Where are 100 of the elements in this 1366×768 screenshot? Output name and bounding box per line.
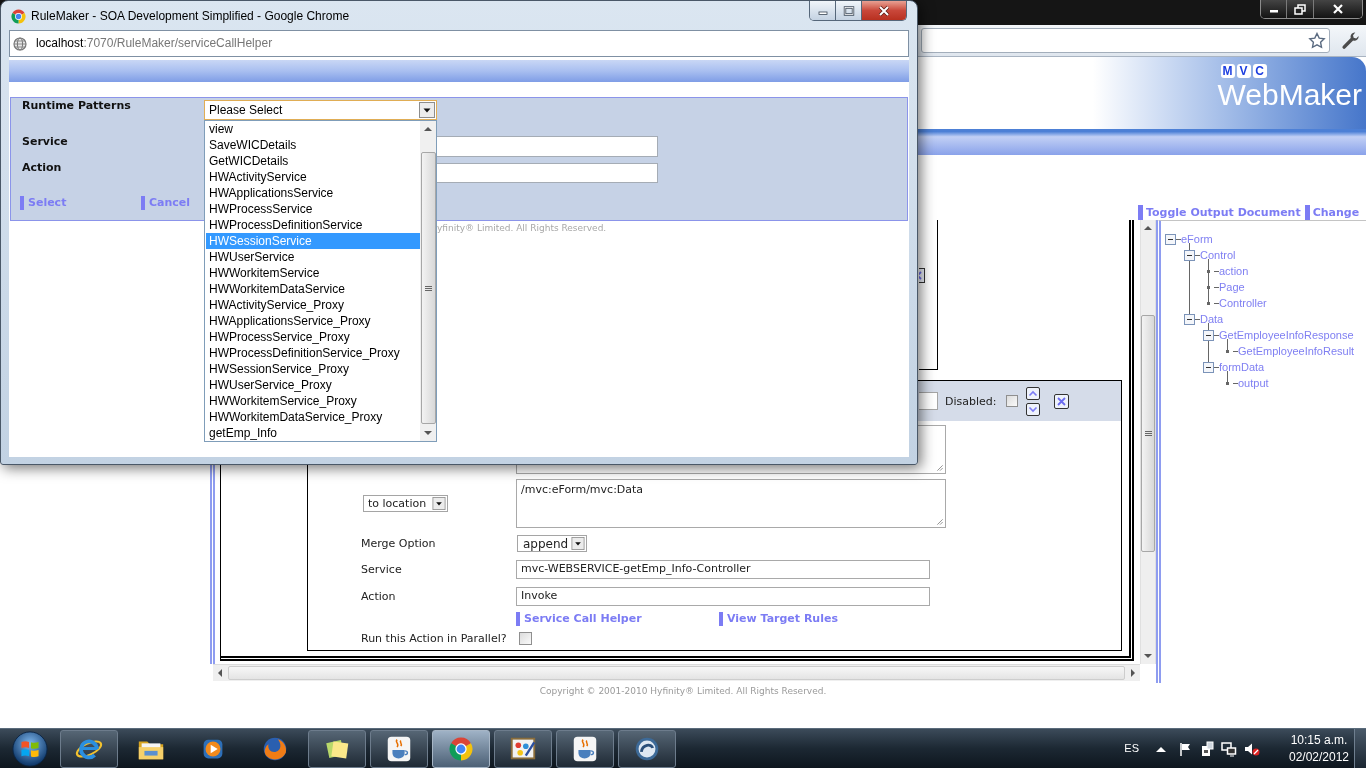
list-option[interactable]: HWProcessDefinitionService_Proxy: [206, 345, 420, 361]
star-icon[interactable]: [1308, 32, 1326, 49]
network-icon[interactable]: [1221, 740, 1237, 757]
list-option[interactable]: HWWorkitemDataService_Proxy: [206, 409, 420, 425]
field-label: Service: [22, 135, 68, 148]
field-label: Runtime Patterns: [22, 99, 131, 112]
collapse-icon[interactable]: [1203, 361, 1214, 373]
collapse-icon[interactable]: [1165, 233, 1176, 245]
close-button[interactable]: [1053, 393, 1069, 409]
resize-grip-icon: [936, 518, 944, 526]
taskbar-button[interactable]: [556, 729, 614, 768]
close-button[interactable]: [862, 1, 906, 20]
tree-item[interactable]: GetEmployeeInfoResult: [1238, 343, 1355, 359]
scrollbar-thumb[interactable]: [228, 666, 1125, 680]
taskbar-button[interactable]: [370, 729, 428, 768]
list-option[interactable]: HWApplicationsService: [206, 185, 420, 201]
close-icon: [877, 4, 891, 17]
collapse-icon[interactable]: [1203, 329, 1214, 341]
tree-item[interactable]: eForm: [1181, 231, 1213, 247]
maximize-icon: [842, 5, 855, 16]
field-label: Service: [361, 563, 402, 576]
checkbox[interactable]: [519, 632, 532, 645]
list-option[interactable]: HWProcessService_Proxy: [206, 329, 420, 345]
list-option[interactable]: getEmp_Info: [206, 425, 420, 441]
globe-icon: [13, 36, 27, 51]
dropdown[interactable]: to location: [363, 495, 448, 512]
scrollbar-thumb[interactable]: [1141, 315, 1155, 552]
field-label: Action: [361, 590, 396, 603]
tree-item[interactable]: action: [1219, 263, 1249, 279]
language-indicator[interactable]: ES: [1124, 742, 1139, 755]
flag-icon[interactable]: [1177, 740, 1193, 757]
scrollbar[interactable]: [213, 664, 1140, 681]
list-option[interactable]: GetWICDetails: [206, 153, 420, 169]
text-field[interactable]: [437, 163, 658, 183]
minimize-button[interactable]: [1261, 0, 1287, 18]
list-option[interactable]: HWProcessService: [206, 201, 420, 217]
scrollbar[interactable]: [1140, 220, 1156, 664]
dropdown[interactable]: Please Select: [204, 100, 437, 120]
address-field[interactable]: localhost:7070/RuleMaker/serviceCallHelper: [9, 30, 909, 57]
maximize-button[interactable]: [836, 1, 862, 20]
text-area[interactable]: /mvc:eForm/mvc:Data: [516, 479, 946, 528]
taskbar-button[interactable]: [494, 729, 552, 768]
collapse-icon[interactable]: [1184, 313, 1195, 325]
field-label: Action: [22, 161, 62, 174]
field-label: Disabled:: [945, 394, 997, 408]
list-option[interactable]: HWActivityService_Proxy: [206, 297, 420, 313]
copyright-text: Copyright © 2001-2010 Hyfinity® Limited. All Rights Reserved.: [539, 686, 827, 697]
text-field[interactable]: mvc-WEBSERVICE-getEmp_Info-Controller: [516, 560, 930, 579]
taskbar-button[interactable]: [308, 729, 366, 768]
list-option[interactable]: SaveWICDetails: [206, 137, 420, 153]
list-option[interactable]: HWUserService: [206, 249, 420, 265]
device-icon[interactable]: [1199, 740, 1215, 757]
clock-date[interactable]: 02/02/2012: [1288, 748, 1350, 766]
address-field[interactable]: [921, 28, 1330, 53]
restore-icon: [1294, 3, 1306, 15]
taskbar-button[interactable]: [618, 729, 676, 768]
show-desktop-button[interactable]: [1354, 728, 1366, 768]
taskbar-button[interactable]: [60, 729, 118, 768]
text-field[interactable]: [437, 136, 658, 157]
copyright-text: yfinity® Limited. All Rights Reserved.: [437, 223, 607, 234]
list-option[interactable]: HWActivityService: [206, 169, 420, 185]
tree-item[interactable]: Controller: [1219, 295, 1267, 311]
logo-text: WebMaker: [1217, 79, 1362, 111]
tree-item[interactable]: Page: [1219, 279, 1245, 295]
list-option[interactable]: HWUserService_Proxy: [206, 377, 420, 393]
text-field[interactable]: Invoke: [516, 587, 930, 606]
dropdown[interactable]: append: [517, 535, 587, 552]
logo-letter: M: [1220, 64, 1235, 78]
tree-item[interactable]: formData: [1219, 359, 1265, 375]
checkbox[interactable]: [1005, 395, 1018, 407]
clock-time[interactable]: 10:15 a.m.: [1290, 731, 1348, 749]
start-button[interactable]: [11, 729, 49, 768]
collapse-icon[interactable]: [1184, 249, 1195, 261]
wrench-icon[interactable]: [1341, 31, 1360, 50]
tree-item[interactable]: GetEmployeeInfoResponse: [1219, 327, 1354, 343]
caret-icon: [419, 102, 435, 118]
up-arrow-button[interactable]: [1025, 386, 1040, 400]
text-field[interactable]: [919, 392, 938, 410]
field-label: Run this Action in Parallel?: [361, 632, 507, 645]
tree-item[interactable]: Control: [1200, 247, 1236, 263]
tree-item[interactable]: output: [1238, 375, 1269, 391]
down-arrow-button[interactable]: [1025, 402, 1040, 416]
grip-icon: [424, 285, 432, 291]
list-option[interactable]: HWApplicationsService_Proxy: [206, 313, 420, 329]
logo-letter: C: [1252, 64, 1267, 78]
dropdown-list[interactable]: [204, 120, 437, 442]
caret-icon: [432, 497, 446, 510]
list-option[interactable]: HWWorkitemDataService: [206, 281, 420, 297]
logo-letter: V: [1236, 64, 1251, 78]
list-option[interactable]: view: [206, 121, 420, 137]
resize-grip-icon: [936, 464, 944, 472]
list-option[interactable]: HWWorkitemService: [206, 265, 420, 281]
window-title: RuleMaker - SOA Development Simplified - Google Chrome: [31, 9, 350, 24]
list-option[interactable]: HWSessionService_Proxy: [206, 361, 420, 377]
list-option[interactable]: HWProcessDefinitionService: [206, 217, 420, 233]
restore-button[interactable]: [1287, 0, 1314, 18]
close-icon: [1332, 4, 1344, 14]
close-button[interactable]: [1314, 0, 1362, 18]
list-option[interactable]: HWWorkitemService_Proxy: [206, 393, 420, 409]
tree-item[interactable]: Data: [1200, 311, 1224, 327]
